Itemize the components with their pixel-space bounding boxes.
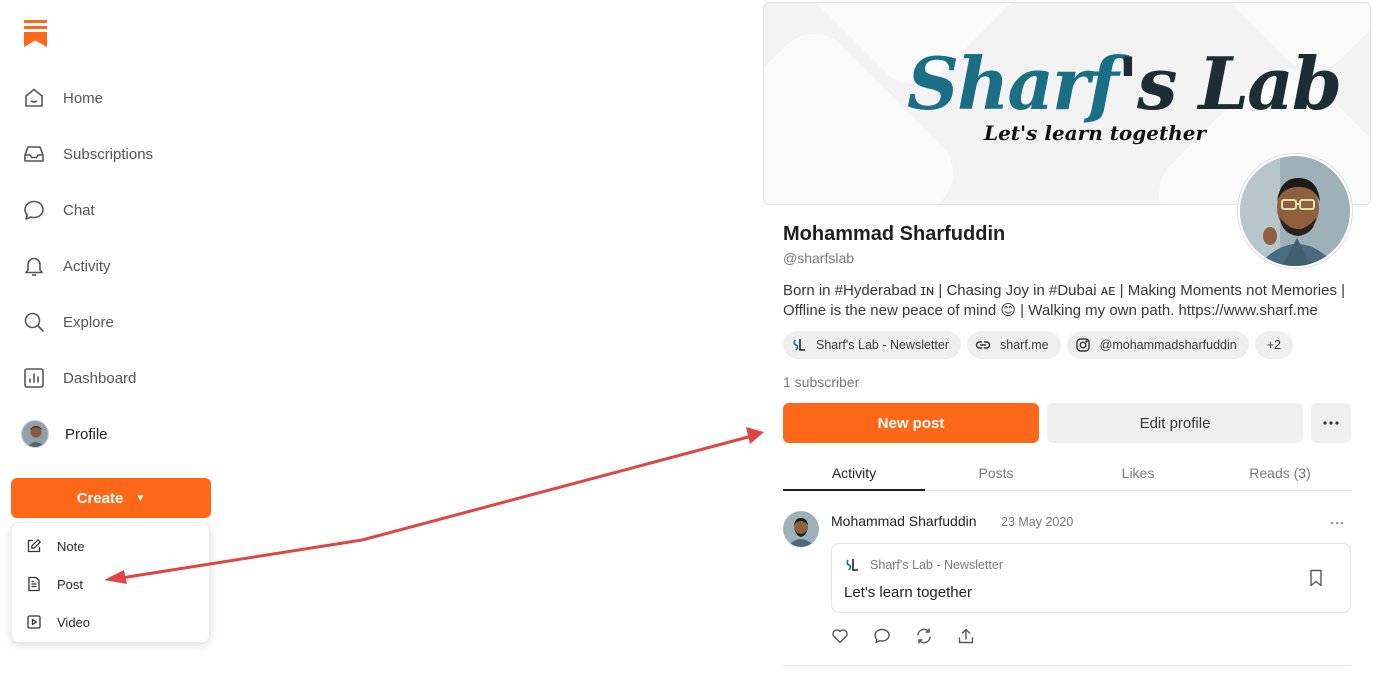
- heart-icon[interactable]: [831, 627, 849, 645]
- embed-publication-name: Sharf's Lab - Newsletter: [870, 558, 1003, 572]
- avatar[interactable]: [783, 511, 819, 547]
- post-author-name[interactable]: Mohammad Sharfuddin: [831, 513, 977, 529]
- chip-instagram[interactable]: @mohammadsharfuddin: [1066, 331, 1249, 359]
- caret-down-icon: ▼: [135, 492, 146, 504]
- chip-label: @mohammadsharfuddin: [1099, 338, 1237, 352]
- new-post-button[interactable]: New post: [783, 403, 1039, 443]
- chip-website[interactable]: sharf.me: [967, 331, 1061, 359]
- sidebar-item-explore[interactable]: Explore: [21, 302, 114, 342]
- pencil-square-icon: [27, 539, 41, 553]
- profile-handle: @sharfslab: [783, 250, 855, 266]
- menu-item-label: Note: [57, 538, 85, 554]
- home-icon: [21, 85, 47, 111]
- sidebar-item-label: Activity: [63, 257, 111, 275]
- bell-icon: [21, 253, 47, 279]
- instagram-icon: [1074, 336, 1092, 354]
- document-icon: [28, 576, 40, 592]
- feed-divider: [783, 665, 1351, 666]
- sidebar-item-profile[interactable]: Profile: [21, 414, 108, 454]
- menu-item-label: Post: [57, 576, 84, 592]
- menu-item-label: Video: [57, 614, 91, 630]
- banner-logo-text: Sharf's Lab: [907, 41, 1342, 126]
- menu-item-note[interactable]: Note: [26, 534, 84, 558]
- inbox-icon: [21, 141, 47, 167]
- profile-bio: Born in #Hyderabad ɪɴ | Chasing Joy in #…: [783, 282, 1346, 319]
- sidebar-item-activity[interactable]: Activity: [21, 246, 111, 286]
- sidebar-item-label: Profile: [65, 425, 108, 443]
- chat-bubble-icon: [21, 197, 47, 223]
- create-label: Create: [76, 489, 124, 507]
- tab-likes[interactable]: Likes: [1067, 455, 1209, 491]
- restack-icon[interactable]: [915, 627, 933, 645]
- substack-logo[interactable]: [24, 20, 47, 47]
- search-icon: [21, 309, 47, 335]
- sidebar-item-subscriptions[interactable]: Subscriptions: [21, 134, 153, 174]
- link-icon: [974, 336, 992, 354]
- create-dropdown-menu: Note Post Video: [11, 522, 210, 643]
- post-actions: [831, 627, 975, 645]
- sidebar-item-home[interactable]: Home: [21, 78, 103, 118]
- post-embed-card[interactable]: Sharf's Lab - Newsletter Let's learn tog…: [831, 543, 1351, 613]
- edit-profile-button[interactable]: Edit profile: [1047, 403, 1303, 443]
- sidebar-item-label: Explore: [63, 313, 114, 331]
- embed-publication: Sharf's Lab - Newsletter: [844, 557, 1003, 573]
- tab-activity[interactable]: Activity: [783, 455, 925, 491]
- menu-item-video[interactable]: Video: [26, 610, 90, 634]
- chip-label: sharf.me: [1000, 338, 1049, 352]
- bookmark-icon[interactable]: [1308, 569, 1324, 587]
- post-menu-button[interactable]: [1330, 512, 1344, 528]
- video-icon: [27, 615, 41, 629]
- banner-tagline: Let's learn together: [984, 121, 1207, 145]
- menu-item-post[interactable]: Post: [26, 572, 83, 596]
- create-button[interactable]: Create ▼: [11, 478, 211, 518]
- profile-tabs: Activity Posts Likes Reads (3): [783, 455, 1351, 491]
- sidebar-item-dashboard[interactable]: Dashboard: [21, 358, 136, 398]
- ellipsis-icon: [1330, 521, 1344, 525]
- sidebar-item-label: Subscriptions: [63, 145, 154, 163]
- post-date: 23 May 2020: [1001, 515, 1074, 529]
- sidebar-item-label: Chat: [63, 201, 95, 219]
- chip-more[interactable]: +2: [1254, 331, 1293, 359]
- sidebar-item-label: Home: [63, 89, 104, 107]
- subscriber-count: 1 subscriber: [783, 374, 860, 390]
- avatar: [21, 420, 49, 448]
- tab-posts[interactable]: Posts: [925, 455, 1067, 491]
- profile-avatar[interactable]: [1238, 154, 1352, 268]
- publication-logo: [790, 336, 808, 354]
- sidebar-item-label: Dashboard: [63, 369, 137, 387]
- profile-name: Mohammad Sharfuddin: [783, 223, 1006, 245]
- chip-label: Sharf's Lab - Newsletter: [816, 338, 949, 352]
- more-options-button[interactable]: [1311, 403, 1351, 443]
- chip-newsletter[interactable]: Sharf's Lab - Newsletter: [783, 331, 961, 359]
- share-icon[interactable]: [957, 627, 975, 645]
- embed-title: Let's learn together: [844, 584, 972, 601]
- publication-logo: [846, 559, 858, 571]
- comment-icon[interactable]: [873, 627, 891, 645]
- tab-reads[interactable]: Reads (3): [1209, 455, 1351, 491]
- bar-chart-icon: [21, 365, 47, 391]
- ellipsis-icon: [1323, 421, 1339, 425]
- profile-links: Sharf's Lab - Newsletter sharf.me @moham…: [783, 331, 1293, 359]
- sidebar-item-chat[interactable]: Chat: [21, 190, 95, 230]
